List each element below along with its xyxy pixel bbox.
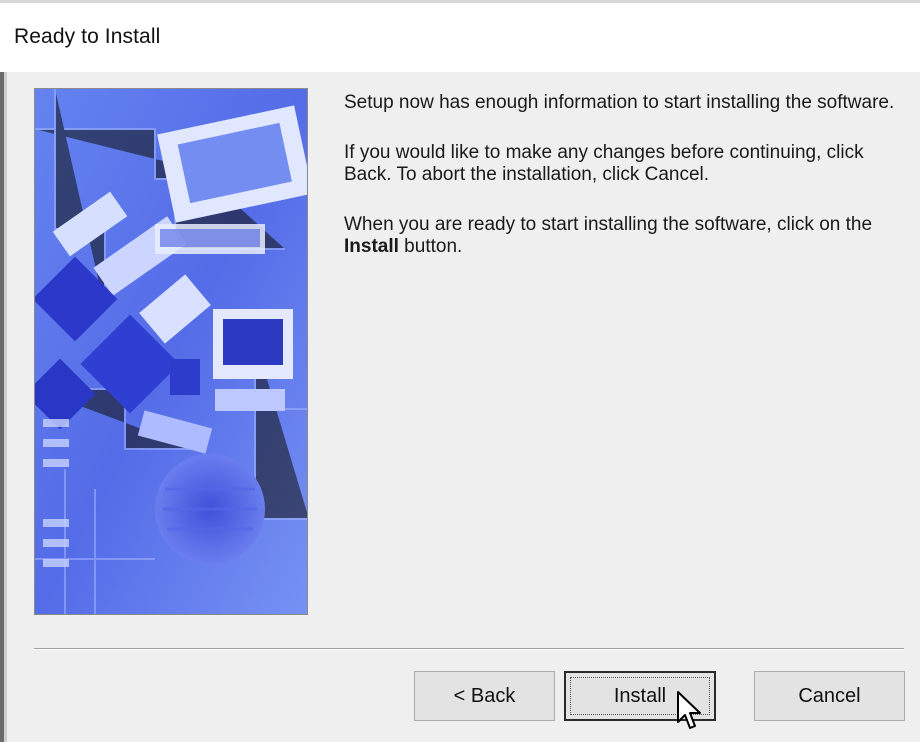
setup-side-image [34, 88, 308, 615]
computer-hardware-illustration-icon [35, 89, 307, 614]
paragraph-3-text-end: button. [398, 236, 463, 257]
cancel-button-label: Cancel [798, 684, 861, 707]
arrow-cursor-icon [677, 691, 701, 729]
installer-dialog: Ready to Install Setup now has enough in… [0, 0, 920, 742]
info-paragraph-3: When you are ready to start installing t… [344, 214, 904, 258]
cancel-button[interactable]: Cancel [754, 671, 905, 721]
dialog-title: Ready to Install [14, 25, 161, 48]
paragraph-3-text-start: When you are ready to start installing t… [344, 214, 873, 235]
info-paragraph-2: If you would like to make any changes be… [344, 142, 864, 185]
button-separator [34, 648, 904, 650]
info-paragraph-1: Setup now has enough information to star… [344, 92, 895, 113]
window-left-highlight [4, 72, 7, 742]
header-border [0, 0, 920, 3]
back-button[interactable]: < Back [414, 671, 555, 721]
install-keyword: Install [344, 236, 399, 257]
dialog-header: Ready to Install [0, 0, 920, 72]
back-button-label: < Back [453, 684, 516, 707]
info-text-area: Setup now has enough information to star… [344, 92, 904, 286]
